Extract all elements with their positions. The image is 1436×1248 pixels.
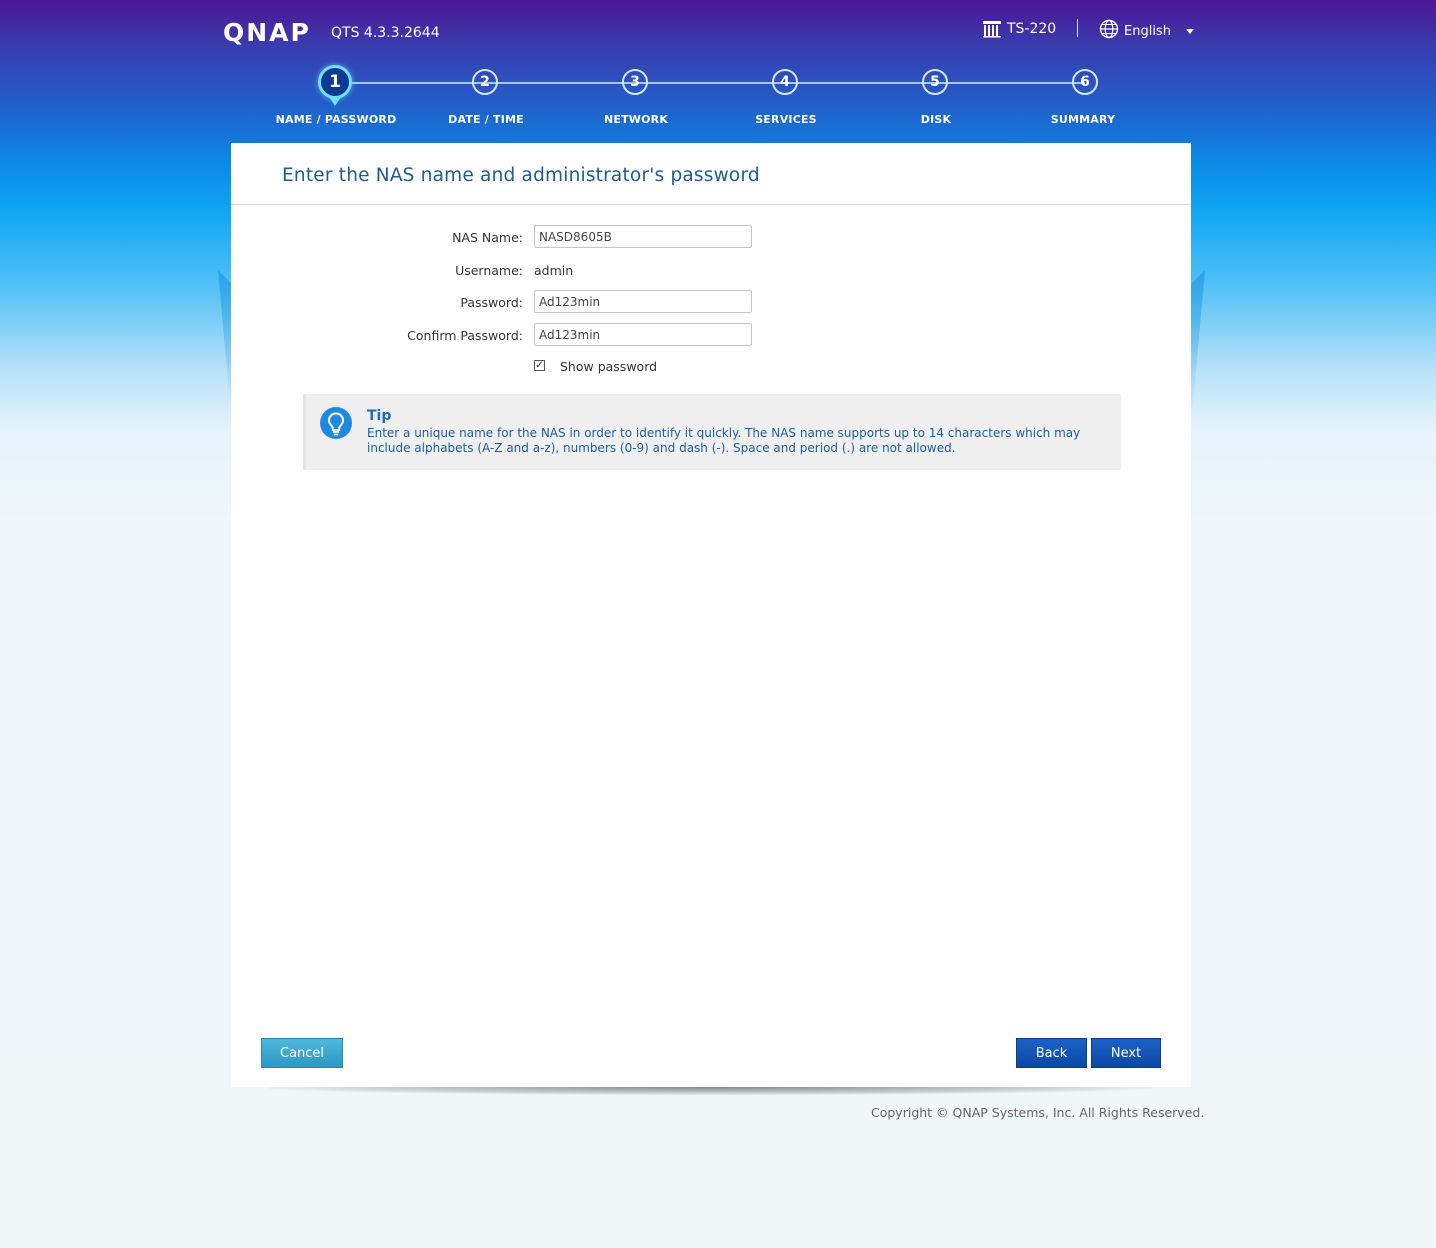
back-button[interactable]: Back — [1016, 1038, 1087, 1068]
step-1-label: NAME / PASSWORD — [275, 113, 397, 126]
decorative-fin-right — [1191, 270, 1205, 410]
tip-text: Enter a unique name for the NAS in order… — [367, 426, 1081, 455]
active-step-pointer — [329, 97, 341, 106]
show-password-checkbox[interactable]: ✓ — [534, 360, 545, 371]
cancel-button[interactable]: Cancel — [261, 1038, 343, 1068]
nas-name-input[interactable] — [534, 225, 752, 248]
chevron-down-icon — [1185, 28, 1194, 34]
language-selector[interactable]: English — [1099, 19, 1194, 43]
username-label: Username: — [455, 263, 523, 278]
step-3-circle: 3 — [622, 69, 648, 95]
lightbulb-icon — [320, 407, 352, 443]
step-6-label: SUMMARY — [1050, 113, 1116, 126]
globe-icon — [1099, 19, 1119, 43]
step-5-circle: 5 — [922, 69, 948, 95]
stepper-track — [335, 82, 1085, 84]
firmware-version: QTS 4.3.3.2644 — [331, 25, 440, 41]
step-1-circle: 1 — [318, 65, 352, 99]
username-value: admin — [534, 263, 574, 278]
confirm-password-label: Confirm Password: — [407, 328, 523, 343]
step-3-label: NETWORK — [603, 113, 669, 126]
wizard-card: Enter the NAS name and administrator's p… — [231, 143, 1191, 1087]
step-4-label: SERVICES — [755, 113, 817, 126]
tip-box: Tip Enter a unique name for the NAS in o… — [303, 394, 1121, 470]
header-divider — [1077, 19, 1078, 37]
tip-title: Tip — [367, 408, 392, 424]
device-model-label: TS-220 — [1007, 21, 1057, 37]
step-6-circle: 6 — [1072, 69, 1098, 95]
copyright-text: Copyright © QNAP Systems, Inc. All Right… — [871, 1105, 1205, 1120]
step-5-label: DISK — [920, 113, 952, 126]
card-shadow — [270, 1087, 1152, 1095]
password-input[interactable] — [534, 290, 752, 313]
language-label: English — [1124, 23, 1171, 39]
decorative-fin-left — [218, 270, 232, 410]
device-model: TS-220 — [982, 20, 1056, 38]
next-button[interactable]: Next — [1091, 1038, 1161, 1068]
show-password-label[interactable]: Show password — [560, 359, 657, 374]
confirm-password-input[interactable] — [534, 323, 752, 346]
step-2-label: DATE / TIME — [448, 113, 524, 126]
page-title: Enter the NAS name and administrator's p… — [282, 165, 760, 186]
password-label: Password: — [460, 295, 523, 310]
step-4-circle: 4 — [772, 69, 798, 95]
step-2-circle: 2 — [472, 69, 498, 95]
qnap-logo: QNAP — [223, 18, 311, 47]
nas-name-label: NAS Name: — [452, 230, 523, 245]
nas-device-icon — [982, 20, 1002, 38]
title-divider — [231, 204, 1191, 205]
